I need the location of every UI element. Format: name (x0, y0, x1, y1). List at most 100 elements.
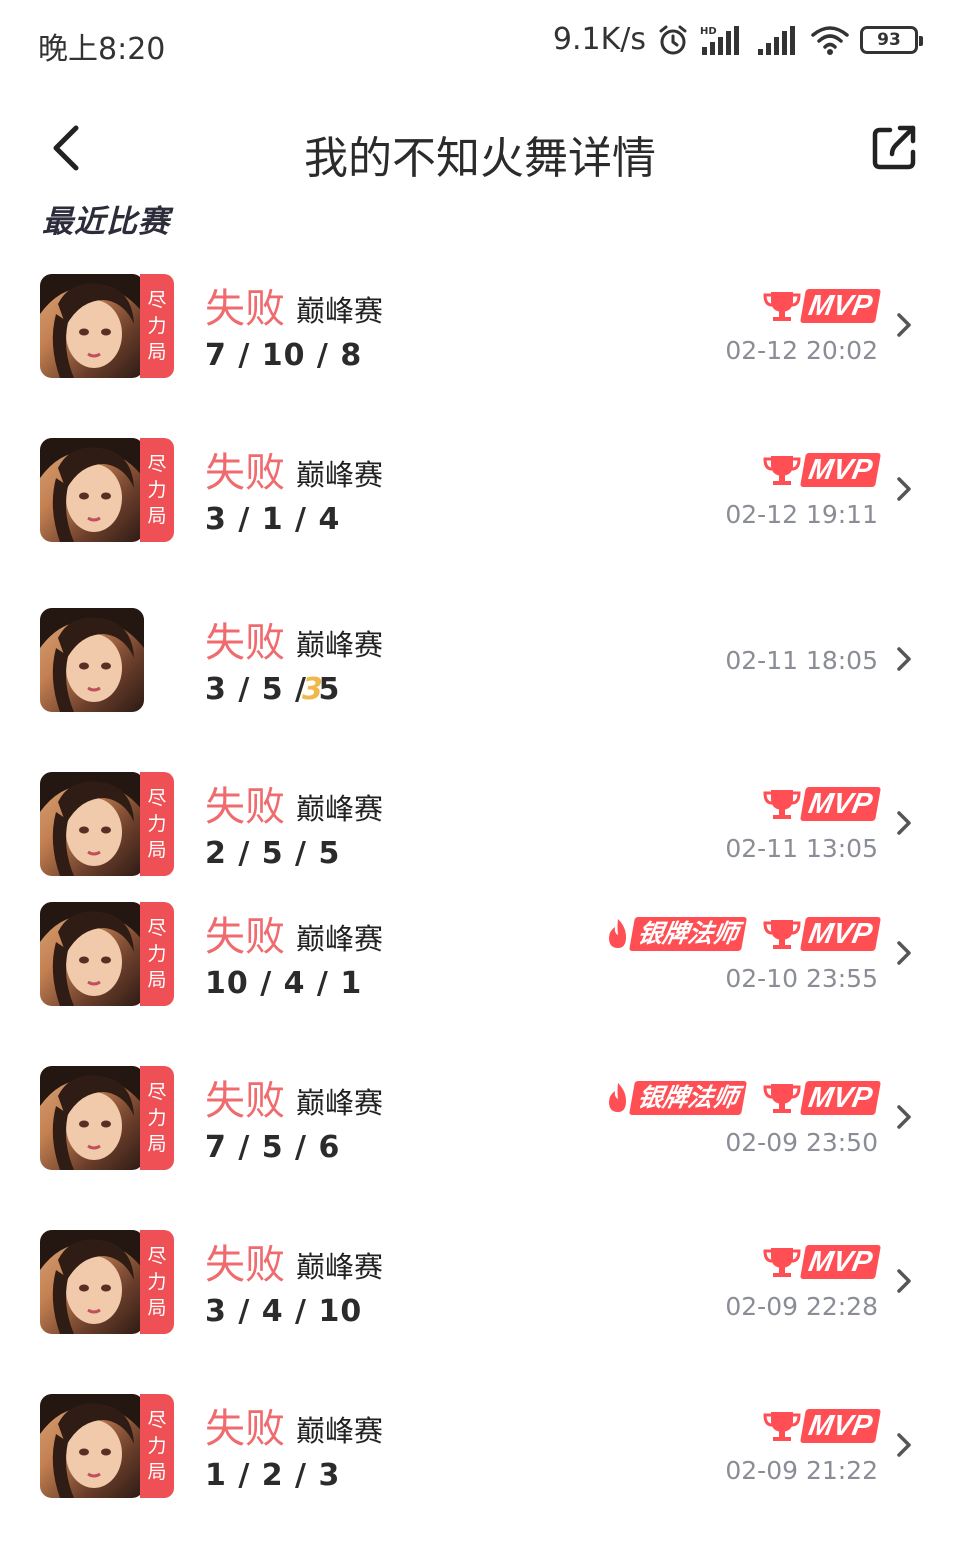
chevron-right-icon[interactable] (892, 938, 916, 968)
match-result: 失败 (205, 1078, 285, 1124)
hero-thumbnail: 尽力局 (40, 438, 174, 542)
hero-avatar (40, 274, 144, 378)
flame-icon (608, 1083, 626, 1112)
mvp-label: MVP (800, 1081, 881, 1115)
match-kda: 7 / 10 / 8 (205, 338, 363, 373)
mvp-badge: MVP (763, 786, 881, 822)
hero-avatar (40, 772, 144, 876)
silver-mage-badge: 银牌法师 (604, 916, 747, 952)
effort-badge-char: 力 (147, 315, 167, 337)
battery-level: 93 (877, 29, 901, 50)
hero-thumbnail: 尽力局 (40, 1066, 174, 1170)
effort-badge-char: 力 (147, 813, 167, 835)
match-kda: 1 / 2 / 3 (205, 1458, 341, 1493)
share-button[interactable] (870, 122, 920, 172)
chevron-right-icon[interactable] (892, 474, 916, 504)
mvp-badge: MVP (763, 288, 881, 324)
effort-badge-char: 力 (147, 1107, 167, 1129)
effort-badge-char: 尽 (147, 787, 167, 809)
effort-badge-char: 力 (147, 1271, 167, 1293)
match-mode: 巅峰赛 (296, 1414, 384, 1448)
trophy-icon (763, 1248, 801, 1277)
net-speed: 9.1K/s (552, 22, 646, 57)
match-time: 02-09 21:22 (725, 1456, 878, 1485)
mvp-badge: MVP (763, 452, 881, 488)
match-row[interactable]: 尽力局失败 巅峰赛 1 / 2 / 3 MVP 02-09 21:22 (0, 1394, 960, 1524)
match-mode: 巅峰赛 (296, 792, 384, 826)
silver-mage-label: 银牌法师 (628, 1081, 747, 1115)
mvp-label: MVP (800, 917, 881, 951)
match-row[interactable]: 失败 巅峰赛 3 / 5 / 5 3 02-11 18:05 (0, 608, 960, 738)
match-mode: 巅峰赛 (296, 628, 384, 662)
match-row[interactable]: 尽力局失败 巅峰赛 7 / 5 / 6 MVP 银牌法师 02-09 23:50 (0, 1066, 960, 1196)
hero-thumbnail: 尽力局 (40, 274, 174, 378)
match-row[interactable]: 尽力局失败 巅峰赛 10 / 4 / 1 MVP 银牌法师 02-10 23:55 (0, 902, 960, 1032)
match-result: 失败 (205, 1406, 285, 1452)
hero-avatar (40, 902, 144, 1006)
status-bar: 晚上8:20 9.1K/s HD 93 (0, 0, 960, 88)
effort-badge-char: 尽 (147, 1245, 167, 1267)
match-time: 02-11 13:05 (725, 834, 878, 863)
effort-badge-char: 局 (147, 839, 167, 861)
match-row[interactable]: 尽力局失败 巅峰赛 2 / 5 / 5 MVP 02-11 13:05 (0, 772, 960, 902)
silver-mage-label: 银牌法师 (628, 917, 747, 951)
effort-badge-char: 局 (147, 969, 167, 991)
match-result: 失败 (205, 914, 285, 960)
chevron-right-icon[interactable] (892, 310, 916, 340)
effort-badge: 尽力局 (140, 902, 174, 1006)
chevron-right-icon[interactable] (892, 1430, 916, 1460)
hero-thumbnail: 尽力局 (40, 902, 174, 1006)
screen: 晚上8:20 9.1K/s HD 93 我的不知火舞详情 最近比赛 尽 力 局 … (0, 0, 960, 1561)
mvp-label: MVP (800, 787, 881, 821)
effort-badge-char: 力 (147, 943, 167, 965)
effort-badge: 尽力局 (140, 772, 174, 876)
chevron-right-icon[interactable] (892, 808, 916, 838)
mvp-label: MVP (800, 453, 881, 487)
match-result: 失败 (205, 620, 285, 666)
effort-badge-char: 局 (147, 1133, 167, 1155)
flame-icon (608, 919, 626, 948)
mvp-label: MVP (800, 1245, 881, 1279)
effort-badge: 尽力局 (140, 1230, 174, 1334)
trophy-icon (763, 1412, 801, 1441)
multi-kill-badge: 3 (302, 672, 323, 707)
hero-avatar (40, 1230, 144, 1334)
status-time: 晚上8:20 (38, 32, 166, 67)
effort-badge-char: 尽 (147, 1409, 167, 1431)
mvp-badge: MVP (763, 1244, 881, 1280)
chevron-right-icon[interactable] (892, 644, 916, 674)
match-row[interactable]: 尽力局失败 巅峰赛 3 / 4 / 10 MVP 02-09 22:28 (0, 1230, 960, 1360)
match-time: 02-12 20:02 (725, 336, 878, 365)
match-mode: 巅峰赛 (296, 922, 384, 956)
match-row[interactable]: 尽力局失败 巅峰赛 3 / 1 / 4 MVP 02-12 19:11 (0, 438, 960, 568)
trophy-icon (763, 1084, 801, 1113)
signal-hd-icon: HD (700, 25, 739, 55)
chevron-right-icon[interactable] (892, 1102, 916, 1132)
effort-badge-char: 尽 (147, 289, 167, 311)
trophy-icon (763, 790, 801, 819)
page-title: 我的不知火舞详情 (304, 133, 656, 184)
hero-avatar (40, 438, 144, 542)
hero-thumbnail: 尽力局 (40, 772, 174, 876)
effort-badge: 尽力局 (140, 438, 174, 542)
silver-mage-badge: 银牌法师 (604, 1080, 747, 1116)
effort-badge-char: 力 (147, 1435, 167, 1457)
hero-thumbnail: 尽力局 (40, 1394, 174, 1498)
match-time: 02-12 19:11 (725, 500, 878, 529)
effort-badge-char: 局 (147, 1297, 167, 1319)
match-row[interactable]: 尽力局失败 巅峰赛 7 / 10 / 8 MVP 02-12 20:02 (0, 274, 960, 404)
chevron-right-icon[interactable] (892, 1266, 916, 1296)
match-kda: 10 / 4 / 1 (205, 966, 363, 1001)
mvp-badge: MVP (763, 1080, 881, 1116)
trophy-icon (763, 292, 801, 321)
effort-badge-char: 尽 (147, 1081, 167, 1103)
match-mode: 巅峰赛 (296, 1250, 384, 1284)
effort-badge-char: 力 (147, 479, 167, 501)
match-time: 02-09 23:50 (725, 1128, 878, 1157)
battery-icon: 93 (860, 25, 923, 54)
effort-badge-char: 尽 (147, 917, 167, 939)
match-kda: 3 / 1 / 4 (205, 502, 341, 537)
svg-text:HD: HD (700, 26, 717, 37)
match-result: 失败 (205, 784, 285, 830)
match-kda: 3 / 4 / 10 (205, 1294, 363, 1329)
